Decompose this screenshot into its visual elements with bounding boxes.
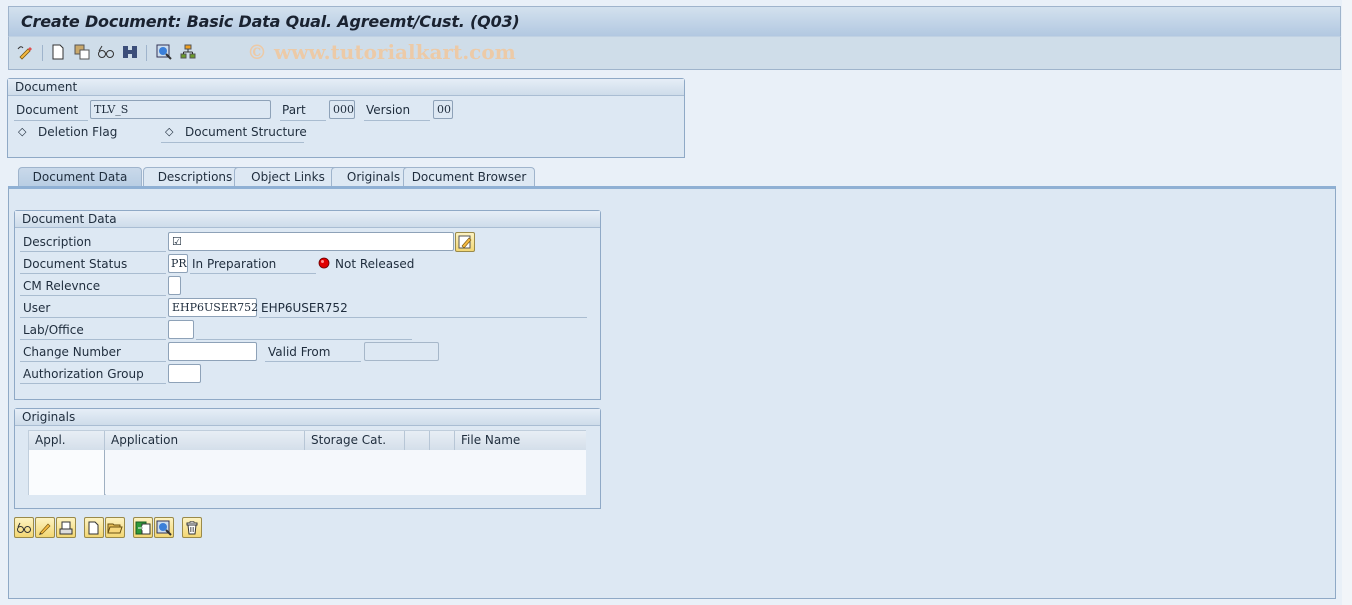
check-in-icon bbox=[135, 521, 151, 534]
valid-from-field bbox=[364, 342, 439, 361]
description-label: Description bbox=[23, 235, 92, 249]
change-number-field[interactable] bbox=[168, 342, 257, 361]
hierarchy-icon[interactable] bbox=[179, 43, 197, 61]
find-icon[interactable] bbox=[121, 43, 139, 61]
originals-table: Appl. Application Storage Cat. File Name bbox=[28, 430, 586, 495]
column-header-blank-2[interactable] bbox=[430, 431, 455, 450]
detail-view-button[interactable] bbox=[154, 517, 174, 538]
edit-text-icon bbox=[458, 235, 472, 249]
change-number-label: Change Number bbox=[23, 345, 121, 359]
cm-relevance-label: CM Relevnce bbox=[23, 279, 101, 293]
window-edge bbox=[1342, 0, 1352, 605]
authorization-group-label: Authorization Group bbox=[23, 367, 144, 381]
document-structure-icon[interactable]: ◇ bbox=[165, 124, 173, 140]
document-status-field[interactable]: PR bbox=[168, 254, 188, 273]
document-group-title: Document bbox=[8, 79, 684, 96]
open-original-icon bbox=[107, 523, 123, 533]
release-status-text: Not Released bbox=[335, 257, 415, 271]
authorization-group-field[interactable] bbox=[168, 364, 201, 383]
print-original-icon bbox=[59, 521, 73, 534]
application-toolbar: © www.tutorialkart.com bbox=[8, 36, 1341, 70]
deletion-flag-icon: ◇ bbox=[18, 125, 27, 138]
part-field[interactable]: 000 bbox=[329, 100, 355, 119]
tab-descriptions[interactable]: Descriptions bbox=[143, 167, 247, 187]
not-released-status-icon bbox=[318, 257, 330, 269]
create-original-icon bbox=[88, 521, 99, 534]
long-text-edit-button[interactable] bbox=[455, 232, 475, 252]
column-header-appl[interactable]: Appl. bbox=[29, 431, 105, 450]
document-status-label: Document Status bbox=[23, 257, 128, 271]
table-body-empty[interactable] bbox=[106, 450, 586, 495]
window-title: Create Document: Basic Data Qual. Agreem… bbox=[21, 12, 520, 31]
description-field[interactable]: ☑ bbox=[168, 232, 454, 251]
open-original-button[interactable] bbox=[105, 517, 125, 538]
lab-office-label: Lab/Office bbox=[23, 323, 84, 337]
originals-group-title: Originals bbox=[15, 409, 600, 426]
delete-original-button[interactable] bbox=[182, 517, 202, 538]
table-row-empty[interactable] bbox=[29, 450, 105, 495]
document-data-group-title: Document Data bbox=[15, 211, 600, 228]
change-original-icon bbox=[39, 522, 51, 535]
change-display-icon[interactable] bbox=[16, 43, 34, 61]
copy-document-icon[interactable] bbox=[73, 43, 91, 61]
part-label: Part bbox=[282, 103, 306, 117]
detail-view-icon bbox=[156, 520, 172, 536]
column-header-storage-cat[interactable]: Storage Cat. bbox=[305, 431, 405, 450]
user-field[interactable]: EHP6USER752 bbox=[168, 298, 258, 317]
column-header-blank-1[interactable] bbox=[405, 431, 430, 450]
required-entry-icon: ☑ bbox=[172, 235, 182, 248]
version-label: Version bbox=[366, 103, 411, 117]
version-field[interactable]: 00 bbox=[433, 100, 453, 119]
change-original-button[interactable] bbox=[35, 517, 55, 538]
delete-original-icon bbox=[186, 520, 198, 534]
watermark: © www.tutorialkart.com bbox=[247, 40, 516, 64]
check-in-button[interactable] bbox=[133, 517, 153, 538]
cm-relevance-checkbox[interactable] bbox=[168, 276, 181, 295]
new-document-icon[interactable] bbox=[49, 43, 67, 61]
valid-from-label: Valid From bbox=[268, 345, 331, 359]
deletion-flag-label: Deletion Flag bbox=[38, 125, 118, 139]
document-label: Document bbox=[16, 103, 79, 117]
title-bar: Create Document: Basic Data Qual. Agreem… bbox=[8, 6, 1341, 36]
create-original-button[interactable] bbox=[84, 517, 104, 538]
zoom-detail-icon[interactable] bbox=[155, 43, 173, 61]
display-original-icon bbox=[17, 522, 31, 533]
document-number-field[interactable]: TLV_S bbox=[90, 100, 271, 119]
lab-office-field[interactable] bbox=[168, 320, 194, 339]
column-header-application[interactable]: Application bbox=[105, 431, 305, 450]
print-original-button[interactable] bbox=[56, 517, 76, 538]
user-name-text: EHP6USER752 bbox=[261, 301, 348, 315]
display-original-button[interactable] bbox=[14, 517, 34, 538]
display-icon[interactable] bbox=[97, 43, 115, 61]
document-status-text: In Preparation bbox=[192, 257, 277, 271]
tab-document-data[interactable]: Document Data bbox=[18, 167, 142, 187]
document-structure-label[interactable]: Document Structure bbox=[185, 124, 307, 140]
tab-document-browser[interactable]: Document Browser bbox=[403, 167, 535, 187]
user-label: User bbox=[23, 301, 51, 315]
column-header-file-name[interactable]: File Name bbox=[455, 431, 586, 450]
tab-object-links[interactable]: Object Links bbox=[234, 167, 342, 187]
